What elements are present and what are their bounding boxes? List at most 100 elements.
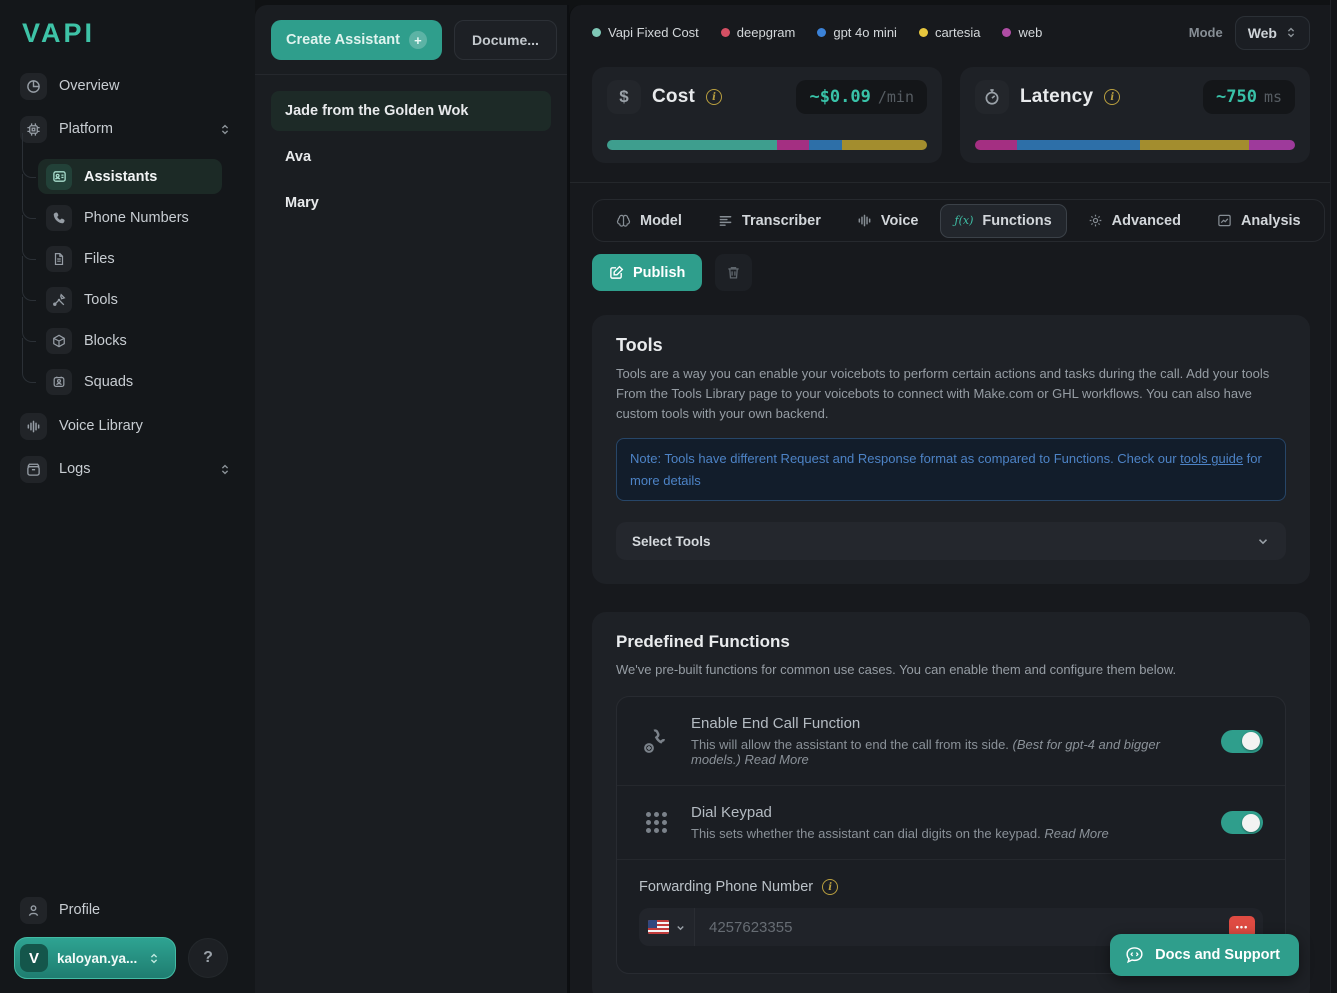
help-button[interactable]: ?: [188, 938, 228, 978]
create-assistant-button[interactable]: Create Assistant +: [271, 20, 442, 60]
predefined-title: Predefined Functions: [616, 632, 1286, 652]
legend-label: cartesia: [935, 25, 981, 40]
tab-label: Advanced: [1112, 213, 1181, 229]
sidebar-item-label: Squads: [84, 374, 133, 390]
legend-label: web: [1018, 25, 1042, 40]
sidebar-item-label: Blocks: [84, 333, 127, 349]
tab-advanced[interactable]: Advanced: [1073, 204, 1196, 238]
chevrons-up-down-icon: [1285, 26, 1297, 39]
sidebar-item-squads[interactable]: Squads: [38, 364, 222, 399]
list-item-assistant[interactable]: Jade from the Golden Wok: [271, 91, 551, 131]
sidebar-item-logs[interactable]: Logs: [14, 454, 241, 484]
chat-bubble-icon: [1124, 945, 1145, 966]
docs-support-label: Docs and Support: [1155, 947, 1280, 963]
select-tools-dropdown[interactable]: Select Tools: [616, 522, 1286, 560]
sidebar-item-blocks[interactable]: Blocks: [38, 323, 222, 358]
info-icon[interactable]: i: [706, 89, 722, 105]
legend-dot: [592, 28, 601, 37]
mode-label: Mode: [1189, 25, 1223, 40]
main-content: Vapi Fixed Cost deepgram gpt 4o mini car…: [569, 5, 1330, 993]
assistant-list: Jade from the Golden Wok Ava Mary: [255, 75, 567, 245]
cost-title: Cost: [652, 86, 695, 108]
delete-assistant-button[interactable]: [715, 254, 752, 291]
legend-label: gpt 4o mini: [833, 25, 897, 40]
dial-keypad-toggle[interactable]: [1221, 811, 1263, 834]
user-account-button[interactable]: V kaloyan.ya...: [14, 937, 176, 979]
info-icon[interactable]: i: [822, 879, 838, 895]
cost-value: ~$0.09: [809, 87, 870, 107]
bar-segment: [842, 140, 927, 150]
mode-select[interactable]: Web: [1235, 16, 1310, 50]
legend-item: web: [1002, 25, 1042, 40]
country-select[interactable]: [639, 908, 695, 946]
file-icon: [46, 246, 72, 272]
sidebar-item-label: Files: [84, 251, 115, 267]
end-call-function-row: Enable End Call Function This will allow…: [617, 697, 1285, 786]
brain-icon: [616, 213, 631, 228]
logs-icon: [20, 456, 47, 483]
tab-model[interactable]: Model: [601, 204, 697, 238]
keypad-icon: [639, 812, 673, 833]
sidebar-item-label: Profile: [59, 902, 100, 918]
list-item-assistant[interactable]: Mary: [271, 183, 551, 223]
chevrons-up-down-icon: [219, 463, 231, 476]
function-row-content: Dial Keypad This sets whether the assist…: [691, 804, 1109, 841]
scrollbar-track[interactable]: [1330, 0, 1337, 993]
latency-breakdown-bar: [975, 140, 1295, 150]
read-more-link[interactable]: Read More: [1044, 826, 1108, 841]
mode-value: Web: [1248, 25, 1277, 41]
sidebar-item-label: Assistants: [84, 169, 157, 185]
publish-button[interactable]: Publish: [592, 254, 702, 291]
tab-label: Voice: [881, 213, 919, 229]
sidebar-item-overview[interactable]: Overview: [14, 71, 241, 101]
waveform-icon: [20, 413, 47, 440]
desc-text: This sets whether the assistant can dial…: [691, 826, 1044, 841]
tools-guide-link[interactable]: tools guide: [1180, 451, 1243, 466]
function-title: Enable End Call Function: [691, 715, 1203, 732]
end-call-toggle[interactable]: [1221, 730, 1263, 753]
list-item-assistant[interactable]: Ava: [271, 137, 551, 177]
info-icon[interactable]: i: [1104, 89, 1120, 105]
read-more-link[interactable]: Read More: [744, 752, 808, 767]
assistant-name: Jade from the Golden Wok: [285, 103, 468, 119]
cost-legend: Vapi Fixed Cost deepgram gpt 4o mini car…: [592, 25, 1042, 40]
plus-circle-icon: +: [409, 31, 427, 49]
sidebar-item-label: Platform: [59, 121, 113, 137]
documentation-button[interactable]: Docume...: [454, 20, 557, 60]
note-text: Note: Tools have different Request and R…: [630, 451, 1180, 466]
tab-label: Functions: [982, 213, 1051, 229]
legend-dot: [1002, 28, 1011, 37]
predefined-function-list: Enable End Call Function This will allow…: [616, 696, 1286, 974]
sidebar-item-voice-library[interactable]: Voice Library: [14, 411, 241, 441]
tab-analysis[interactable]: Analysis: [1202, 204, 1316, 238]
docs-support-button[interactable]: Docs and Support: [1110, 934, 1299, 976]
bar-segment: [1017, 140, 1140, 150]
cost-card: $ Cost i ~$0.09 /min: [592, 67, 942, 163]
sidebar-item-tools[interactable]: Tools: [38, 282, 222, 317]
documentation-label: Docume...: [472, 32, 539, 48]
tools-icon: [46, 287, 72, 313]
cube-icon: [46, 328, 72, 354]
tab-label: Transcriber: [742, 213, 821, 229]
function-description: This will allow the assistant to end the…: [691, 737, 1203, 767]
main-header: Vapi Fixed Cost deepgram gpt 4o mini car…: [592, 5, 1310, 60]
cost-value-badge: ~$0.09 /min: [796, 80, 927, 114]
sidebar-item-label: Voice Library: [59, 418, 143, 434]
sidebar-item-files[interactable]: Files: [38, 241, 222, 276]
tab-voice[interactable]: Voice: [842, 204, 934, 238]
publish-row: Publish: [592, 254, 1310, 291]
assistant-tab-bar: Model Transcriber Voice ƒ(x) Functions: [592, 199, 1325, 242]
sidebar-item-phone-numbers[interactable]: Phone Numbers: [38, 200, 222, 235]
assistant-panel-header: Create Assistant + Docume...: [255, 5, 567, 75]
sidebar-item-platform[interactable]: Platform: [14, 114, 241, 144]
sidebar-item-profile[interactable]: Profile: [14, 895, 241, 925]
function-title: Dial Keypad: [691, 804, 1109, 821]
sidebar-item-assistants[interactable]: Assistants: [38, 159, 222, 194]
cost-unit: /min: [878, 88, 914, 106]
pie-chart-icon: [20, 73, 47, 100]
toggle-knob: [1242, 732, 1260, 750]
tab-functions[interactable]: ƒ(x) Functions: [940, 204, 1067, 238]
latency-value: ~750: [1216, 87, 1257, 107]
tab-transcriber[interactable]: Transcriber: [703, 204, 836, 238]
sidebar-item-label: Overview: [59, 78, 119, 94]
